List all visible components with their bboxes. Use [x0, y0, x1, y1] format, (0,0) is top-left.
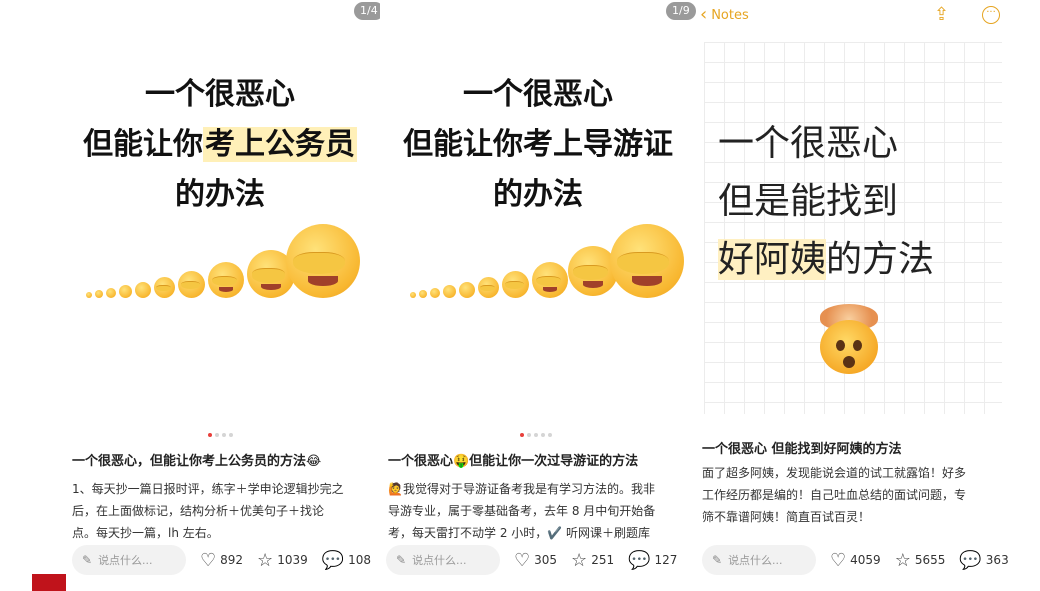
- facepalm-emoji-row: [80, 222, 370, 302]
- favorite-button[interactable]: ☆ 5655: [895, 550, 946, 571]
- cover-line-3: 的办法: [175, 177, 265, 212]
- cover-line-3: 好阿姨的方法: [718, 239, 935, 280]
- star-icon: ☆: [257, 549, 274, 571]
- cover-image[interactable]: 一个很恶心 但能让你考上导游证 的办法: [380, 70, 696, 220]
- favorite-button[interactable]: ☆ 251: [571, 550, 614, 571]
- post-title[interactable]: 一个很恶心 但能找到好阿姨的方法: [702, 438, 902, 457]
- comment-button[interactable]: 💬 108: [322, 550, 371, 571]
- cover-line-2: 但是能找到: [718, 181, 899, 222]
- like-button[interactable]: ♡ 4059: [830, 550, 881, 571]
- pencil-icon: ✎: [712, 553, 723, 567]
- speech-bubble-icon: 💬: [321, 549, 345, 571]
- cover-line-1: 一个很恶心: [463, 77, 613, 112]
- like-button[interactable]: ♡ 892: [200, 550, 243, 571]
- cover-highlight: 考上公务员: [203, 127, 357, 162]
- cover-highlight: 好阿姨: [718, 239, 827, 280]
- pencil-icon: ✎: [82, 553, 93, 567]
- post-body[interactable]: 🙋我觉得对于导游证备考我是有学习方法的。我非 导游专业，属于零基础备考，去年 8…: [388, 478, 694, 544]
- heart-icon: ♡: [200, 549, 217, 571]
- comment-input[interactable]: ✎ 说点什么...: [702, 545, 816, 575]
- more-icon[interactable]: ···: [982, 6, 1000, 24]
- comment-button[interactable]: 💬 127: [628, 550, 677, 571]
- star-icon: ☆: [894, 549, 911, 571]
- notes-toolbar: ‹ Notes ⇪ ···: [698, 4, 1010, 28]
- facepalm-emoji-row: [404, 222, 694, 302]
- heart-icon: ♡: [514, 549, 531, 571]
- engagement-bar: ✎ 说点什么... ♡ 892 ☆ 1039 💬 108: [72, 544, 380, 576]
- comment-input[interactable]: ✎ 说点什么...: [386, 545, 500, 575]
- back-button[interactable]: ‹ Notes: [700, 6, 749, 24]
- carousel-dots: [520, 433, 552, 437]
- favorite-button[interactable]: ☆ 1039: [257, 550, 308, 571]
- like-button[interactable]: ♡ 305: [514, 550, 557, 571]
- cover-line-2: 但能让你考上公务员: [83, 127, 357, 162]
- chevron-left-icon: ‹: [700, 4, 708, 25]
- facepalm-icon: [610, 224, 684, 298]
- comment-input[interactable]: ✎ 说点什么...: [72, 545, 186, 575]
- share-icon[interactable]: ⇪: [934, 4, 949, 25]
- carousel-dots: [208, 433, 233, 437]
- image-counter: 1/9: [666, 2, 696, 20]
- exploding-head-icon: [814, 304, 884, 374]
- post-title[interactable]: 一个很恶心🤑但能让你一次过导游证的方法: [388, 450, 638, 469]
- speech-bubble-icon: 💬: [959, 549, 982, 571]
- post-body[interactable]: 1、每天抄一篇日报时评，练字＋学申论逻辑抄完之 后，在上面做标记，结构分析＋优美…: [72, 478, 376, 544]
- pencil-icon: ✎: [396, 553, 407, 567]
- cover-line-3: 的办法: [493, 177, 583, 212]
- heart-icon: ♡: [830, 549, 847, 571]
- post-card-2[interactable]: 1/9 一个很恶心 但能让你考上导游证 的办法 一个很恶心🤑但能让你一次过导游证…: [380, 0, 696, 591]
- engagement-bar: ✎ 说点什么... ♡ 4059 ☆ 5655 💬 363: [702, 544, 1010, 576]
- speech-bubble-icon: 💬: [628, 549, 651, 571]
- post-title[interactable]: 一个很恶心，但能让你考上公务员的方法😂: [72, 450, 321, 469]
- post-body[interactable]: 面了超多阿姨，发现能说会道的试工就露馅！好多 工作经历都是编的！自己吐血总结的面…: [702, 462, 1008, 528]
- star-icon: ☆: [571, 549, 588, 571]
- cover-image[interactable]: 一个很恶心 但能让你考上公务员 的办法: [60, 70, 380, 220]
- post-card-1[interactable]: 1/4 一个很恶心 但能让你考上公务员 的办法 一个很恶心，但能让你考上公务员的…: [60, 0, 384, 591]
- post-card-3[interactable]: ‹ Notes ⇪ ··· 一个很恶心 但是能找到 好阿姨的方法 一个很恶心 但…: [698, 0, 1010, 591]
- red-corner-block: [32, 574, 66, 591]
- facepalm-icon: [286, 224, 360, 298]
- comment-button[interactable]: 💬 363: [959, 550, 1008, 571]
- cover-line-2: 但能让你考上导游证: [403, 127, 673, 162]
- engagement-bar: ✎ 说点什么... ♡ 305 ☆ 251 💬 127: [386, 544, 696, 576]
- cover-line-1: 一个很恶心: [718, 123, 899, 164]
- cover-line-1: 一个很恶心: [145, 77, 295, 112]
